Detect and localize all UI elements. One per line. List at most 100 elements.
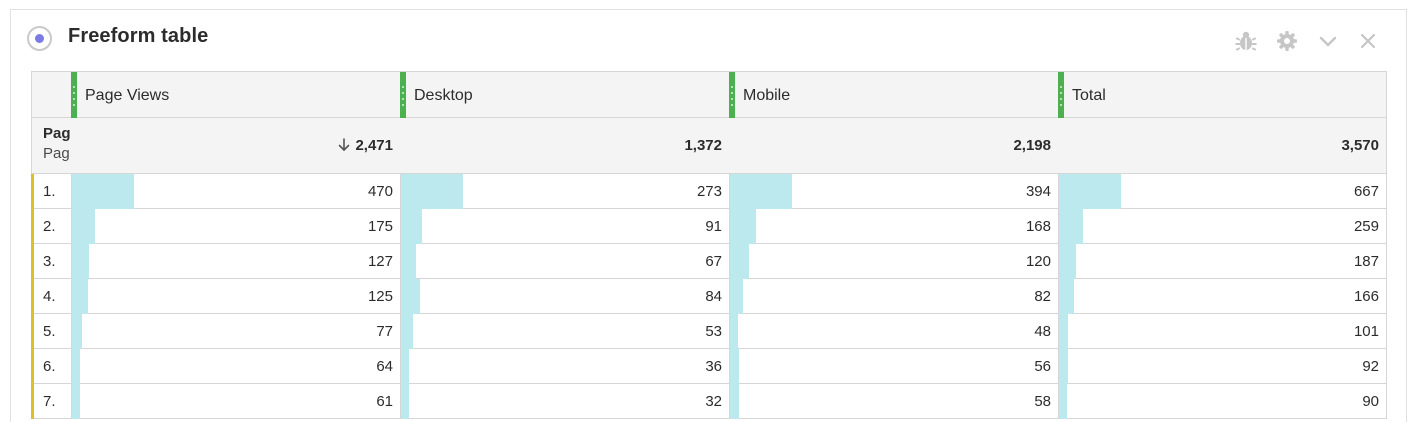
cell-value: 394 (1025, 183, 1051, 200)
table-row[interactable]: 3. 127 67 120 187 (31, 244, 1387, 279)
cell-total[interactable]: 667 (1058, 174, 1386, 209)
row-rank: 6. (43, 358, 56, 375)
row-accent (31, 279, 34, 314)
cell-bar (72, 349, 80, 384)
cell-bar (401, 209, 422, 244)
close-icon[interactable] (1356, 29, 1380, 53)
cell-value: 92 (1362, 358, 1379, 375)
cell-page-views[interactable]: 64 (71, 349, 400, 384)
cell-mobile[interactable]: 120 (729, 244, 1058, 279)
cell-desktop[interactable]: 273 (400, 174, 729, 209)
drag-grip-icon[interactable] (71, 72, 77, 118)
cell-value: 259 (1353, 218, 1379, 235)
total-value: 1,372 (684, 137, 722, 154)
column-header-desktop[interactable]: Desktop (400, 72, 730, 118)
dimension-header[interactable]: Pag Pag (43, 125, 71, 165)
cell-mobile[interactable]: 48 (729, 314, 1058, 349)
column-header-label: Total (1072, 87, 1106, 104)
cell-desktop[interactable]: 32 (400, 384, 729, 419)
cell-value: 56 (1034, 358, 1051, 375)
cell-bar (1059, 384, 1067, 419)
column-header-label: Page Views (85, 87, 170, 104)
cell-total[interactable]: 187 (1058, 244, 1386, 279)
cell-bar (1059, 314, 1068, 349)
cell-total[interactable]: 259 (1058, 209, 1386, 244)
cell-bar (72, 314, 82, 349)
cell-total[interactable]: 166 (1058, 279, 1386, 314)
table-row[interactable]: 4. 125 84 82 166 (31, 279, 1387, 314)
cell-value: 125 (367, 288, 393, 305)
cell-bar (730, 349, 739, 384)
cell-value: 32 (705, 393, 722, 410)
column-header-page-views[interactable]: Page Views (71, 72, 401, 118)
cell-value: 101 (1353, 323, 1379, 340)
bug-icon[interactable] (1234, 29, 1258, 53)
cell-total[interactable]: 101 (1058, 314, 1386, 349)
cell-value: 36 (705, 358, 722, 375)
table-row[interactable]: 1. 470 273 394 667 (31, 174, 1387, 209)
cell-value: 187 (1353, 253, 1379, 270)
chevron-down-icon[interactable] (1316, 29, 1340, 53)
cell-bar (730, 209, 756, 244)
cell-value: 77 (376, 323, 393, 340)
cell-page-views[interactable]: 175 (71, 209, 400, 244)
table-row[interactable]: 7. 61 32 58 90 (31, 384, 1387, 419)
row-accent (31, 244, 34, 279)
table-row[interactable]: 5. 77 53 48 101 (31, 314, 1387, 349)
cell-bar (730, 314, 738, 349)
row-accent (31, 384, 34, 419)
table-header-row: Page Views Desktop Mobile Total (31, 71, 1387, 118)
cell-total[interactable]: 92 (1058, 349, 1386, 384)
cell-value: 166 (1353, 288, 1379, 305)
cell-mobile[interactable]: 394 (729, 174, 1058, 209)
cell-bar (730, 174, 792, 209)
gear-icon[interactable] (1275, 29, 1299, 53)
cell-bar (72, 384, 80, 419)
cell-total[interactable]: 90 (1058, 384, 1386, 419)
radio-dot (35, 34, 44, 43)
cell-value: 48 (1034, 323, 1051, 340)
cell-page-views[interactable]: 61 (71, 384, 400, 419)
cell-bar (730, 384, 739, 419)
row-accent (31, 209, 34, 244)
cell-bar (72, 174, 134, 209)
cell-desktop[interactable]: 53 (400, 314, 729, 349)
cell-page-views[interactable]: 125 (71, 279, 400, 314)
drag-grip-icon[interactable] (400, 72, 406, 118)
panel-header: Freeform table (11, 10, 1406, 68)
cell-mobile[interactable]: 168 (729, 209, 1058, 244)
row-rank: 3. (43, 253, 56, 270)
table-row[interactable]: 2. 175 91 168 259 (31, 209, 1387, 244)
cell-mobile[interactable]: 56 (729, 349, 1058, 384)
cell-value: 84 (705, 288, 722, 305)
cell-mobile[interactable]: 82 (729, 279, 1058, 314)
cell-desktop[interactable]: 67 (400, 244, 729, 279)
cell-page-views[interactable]: 127 (71, 244, 400, 279)
cell-mobile[interactable]: 58 (729, 384, 1058, 419)
sort-descending-icon[interactable] (337, 137, 351, 153)
cell-value: 273 (696, 183, 722, 200)
dimension-header-subtitle: Pag (43, 145, 70, 162)
cell-bar (1059, 244, 1076, 279)
cell-desktop[interactable]: 91 (400, 209, 729, 244)
panel-title: Freeform table (68, 25, 209, 47)
cell-bar (401, 174, 463, 209)
column-header-label: Mobile (743, 87, 791, 104)
column-header-mobile[interactable]: Mobile (729, 72, 1059, 118)
drag-grip-icon[interactable] (729, 72, 735, 118)
cell-desktop[interactable]: 36 (400, 349, 729, 384)
cell-desktop[interactable]: 84 (400, 279, 729, 314)
table-row[interactable]: 6. 64 36 56 92 (31, 349, 1387, 384)
cell-bar (1059, 174, 1121, 209)
row-accent (31, 314, 34, 349)
freeform-table-panel: Freeform table Page Views Desktop Mobile… (10, 9, 1407, 422)
row-accent (31, 174, 34, 209)
panel-select-radio[interactable] (27, 26, 52, 51)
drag-grip-icon[interactable] (1058, 72, 1064, 118)
row-rank: 5. (43, 323, 56, 340)
row-accent (31, 349, 34, 384)
cell-bar (401, 314, 413, 349)
column-header-total[interactable]: Total (1058, 72, 1387, 118)
cell-page-views[interactable]: 77 (71, 314, 400, 349)
cell-page-views[interactable]: 470 (71, 174, 400, 209)
